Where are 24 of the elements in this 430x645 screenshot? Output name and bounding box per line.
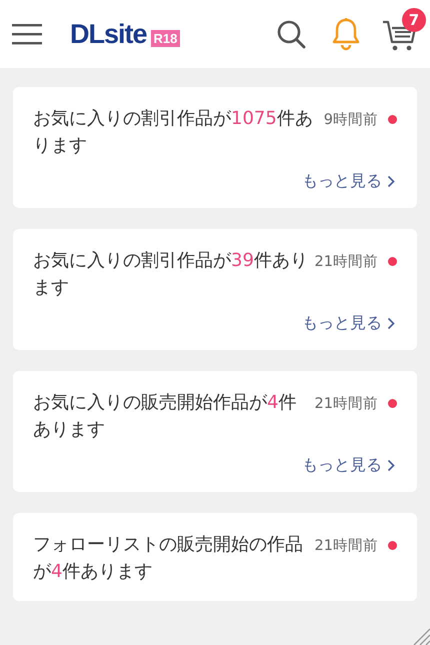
see-more-link[interactable]: もっと見る	[302, 455, 382, 476]
notification-card[interactable]: お気に入りの販売開始作品が4件あります 21時間前 もっと見る	[13, 371, 417, 492]
notification-time: 21時間前	[314, 395, 378, 413]
logo[interactable]: DLsite	[70, 18, 147, 50]
resize-grip-icon[interactable]	[412, 627, 430, 645]
notification-message: お気に入りの販売開始作品が4件あります	[33, 391, 298, 442]
see-more-link[interactable]: もっと見る	[302, 171, 382, 192]
notification-time: 21時間前	[314, 537, 378, 555]
chevron-right-icon	[387, 175, 395, 188]
notification-card[interactable]: お気に入りの割引作品が39件あります 21時間前 もっと見る	[13, 229, 417, 350]
rating-badge: R18	[150, 30, 180, 46]
notification-message: フォローリストの販売開始の作品が4件あります	[33, 533, 304, 584]
notification-card[interactable]: フォローリストの販売開始の作品が4件あります 21時間前	[13, 513, 417, 601]
notification-time: 21時間前	[314, 253, 378, 271]
see-more-link[interactable]: もっと見る	[302, 313, 382, 334]
notification-message: お気に入りの割引作品が1075件あります	[33, 107, 314, 158]
chevron-right-icon	[387, 317, 395, 330]
search-icon[interactable]	[276, 19, 306, 49]
notification-card[interactable]: お気に入りの割引作品が1075件あります 9時間前 もっと見る	[13, 87, 417, 208]
chevron-right-icon	[387, 459, 395, 472]
notification-time: 9時間前	[324, 111, 378, 129]
notification-message: お気に入りの割引作品が39件あります	[33, 249, 309, 300]
cart-count-badge: 7	[402, 8, 426, 32]
menu-icon[interactable]	[12, 23, 42, 45]
